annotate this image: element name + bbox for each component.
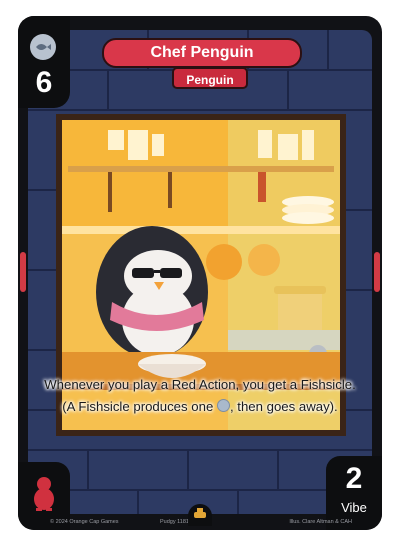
ability-line-2-end: , then goes away). [229, 399, 338, 414]
ability-line-2: (A Fishsicle produces one , then goes aw… [42, 396, 358, 418]
power-label: Vibe [341, 500, 367, 515]
card-type-banner: Penguin [172, 67, 248, 89]
right-side-tab [374, 252, 380, 292]
fish-token-icon [216, 399, 230, 412]
cost-value: 6 [35, 66, 53, 99]
ability-line-1: Whenever you play a Red Action, you get … [44, 377, 356, 392]
card-footer: © 2024 Orange Cap Games Pudgy 1181 · 4/2… [18, 504, 382, 528]
power-value: 2 [345, 462, 363, 495]
cost-box: 6 [18, 16, 70, 108]
game-card[interactable]: 6 Chef Penguin Penguin Whenever you play… [18, 16, 382, 530]
card-type: Penguin [186, 73, 234, 87]
penguin-silhouette-icon [32, 476, 56, 516]
left-side-tab [20, 252, 26, 292]
card-name-banner: Chef Penguin [102, 38, 302, 68]
fish-token-icon [30, 34, 56, 60]
ability-line-2-start: (A Fishsicle produces one [62, 399, 214, 414]
copyright-text: © 2024 Orange Cap Games [50, 519, 119, 525]
card-artwork [28, 30, 372, 514]
pudgy-boat-set-icon [188, 504, 212, 526]
ability-text-box: Whenever you play a Red Action, you get … [42, 374, 358, 432]
illustrator-credit: Illus. Clare Altman & CAH [289, 519, 352, 525]
card-name: Chef Penguin [150, 44, 254, 61]
